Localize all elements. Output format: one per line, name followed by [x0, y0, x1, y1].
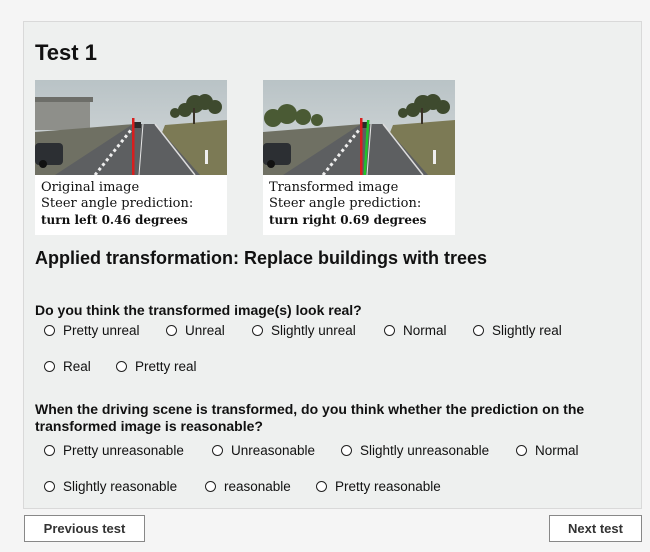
transformed-image-label: Transformed image [269, 180, 399, 195]
q1-option-slightly-unreal[interactable]: Slightly unreal [252, 323, 356, 338]
radio-circle-icon[interactable] [44, 325, 55, 336]
q1-option-pretty-unreal[interactable]: Pretty unreal [44, 323, 140, 338]
original-prediction-line [132, 118, 135, 175]
q2-option-unreasonable[interactable]: Unreasonable [212, 443, 315, 458]
next-test-button[interactable]: Next test [549, 515, 642, 542]
q2-option-normal[interactable]: Normal [516, 443, 579, 458]
q2-option-slightly-unreasonable[interactable]: Slightly unreasonable [341, 443, 489, 458]
q1-option-normal[interactable]: Normal [384, 323, 447, 338]
radio-circle-icon[interactable] [516, 445, 527, 456]
radio-circle-icon[interactable] [473, 325, 484, 336]
q2-option-pretty-reasonable[interactable]: Pretty reasonable [316, 479, 441, 494]
test-title: Test 1 [35, 40, 97, 65]
test-panel: Test 1 Original image Steer angle predic… [23, 21, 642, 509]
radio-circle-icon[interactable] [44, 361, 55, 372]
q2-option-reasonable[interactable]: reasonable [205, 479, 291, 494]
question-1-text: Do you think the transformed image(s) lo… [35, 302, 362, 318]
radio-circle-icon[interactable] [44, 481, 55, 492]
radio-circle-icon[interactable] [116, 361, 127, 372]
radio-circle-icon[interactable] [384, 325, 395, 336]
q1-option-pretty-real[interactable]: Pretty real [116, 359, 197, 374]
transformed-road-image [263, 80, 455, 175]
radio-circle-icon[interactable] [212, 445, 223, 456]
question-2-text: When the driving scene is transformed, d… [35, 401, 585, 434]
radio-circle-icon[interactable] [252, 325, 263, 336]
transformed-prediction-value: turn right 0.69 degrees [269, 213, 427, 227]
transformed-prediction-label: Steer angle prediction: [269, 196, 422, 211]
original-image-card: Original image Steer angle prediction: t… [35, 80, 227, 235]
transformed-caption: Transformed image Steer angle prediction… [269, 180, 426, 228]
applied-transformation-heading: Applied transformation: Replace building… [35, 248, 488, 268]
radio-circle-icon[interactable] [44, 445, 55, 456]
q1-option-unreal[interactable]: Unreal [166, 323, 225, 338]
original-caption: Original image Steer angle prediction: t… [41, 180, 193, 228]
q2-option-slightly-reasonable[interactable]: Slightly reasonable [44, 479, 177, 494]
radio-circle-icon[interactable] [205, 481, 216, 492]
radio-circle-icon[interactable] [166, 325, 177, 336]
original-road-image [35, 80, 227, 175]
original-prediction-label: Steer angle prediction: [41, 196, 194, 211]
previous-test-button[interactable]: Previous test [24, 515, 145, 542]
radio-circle-icon[interactable] [316, 481, 327, 492]
transformed-image-card: Transformed image Steer angle prediction… [263, 80, 455, 235]
transformed-original-prediction-line [360, 118, 363, 175]
original-image-label: Original image [41, 180, 140, 195]
original-prediction-value: turn left 0.46 degrees [41, 213, 188, 227]
q1-option-slightly-real[interactable]: Slightly real [473, 323, 562, 338]
radio-circle-icon[interactable] [341, 445, 352, 456]
q1-option-real[interactable]: Real [44, 359, 91, 374]
q2-option-pretty-unreasonable[interactable]: Pretty unreasonable [44, 443, 184, 458]
